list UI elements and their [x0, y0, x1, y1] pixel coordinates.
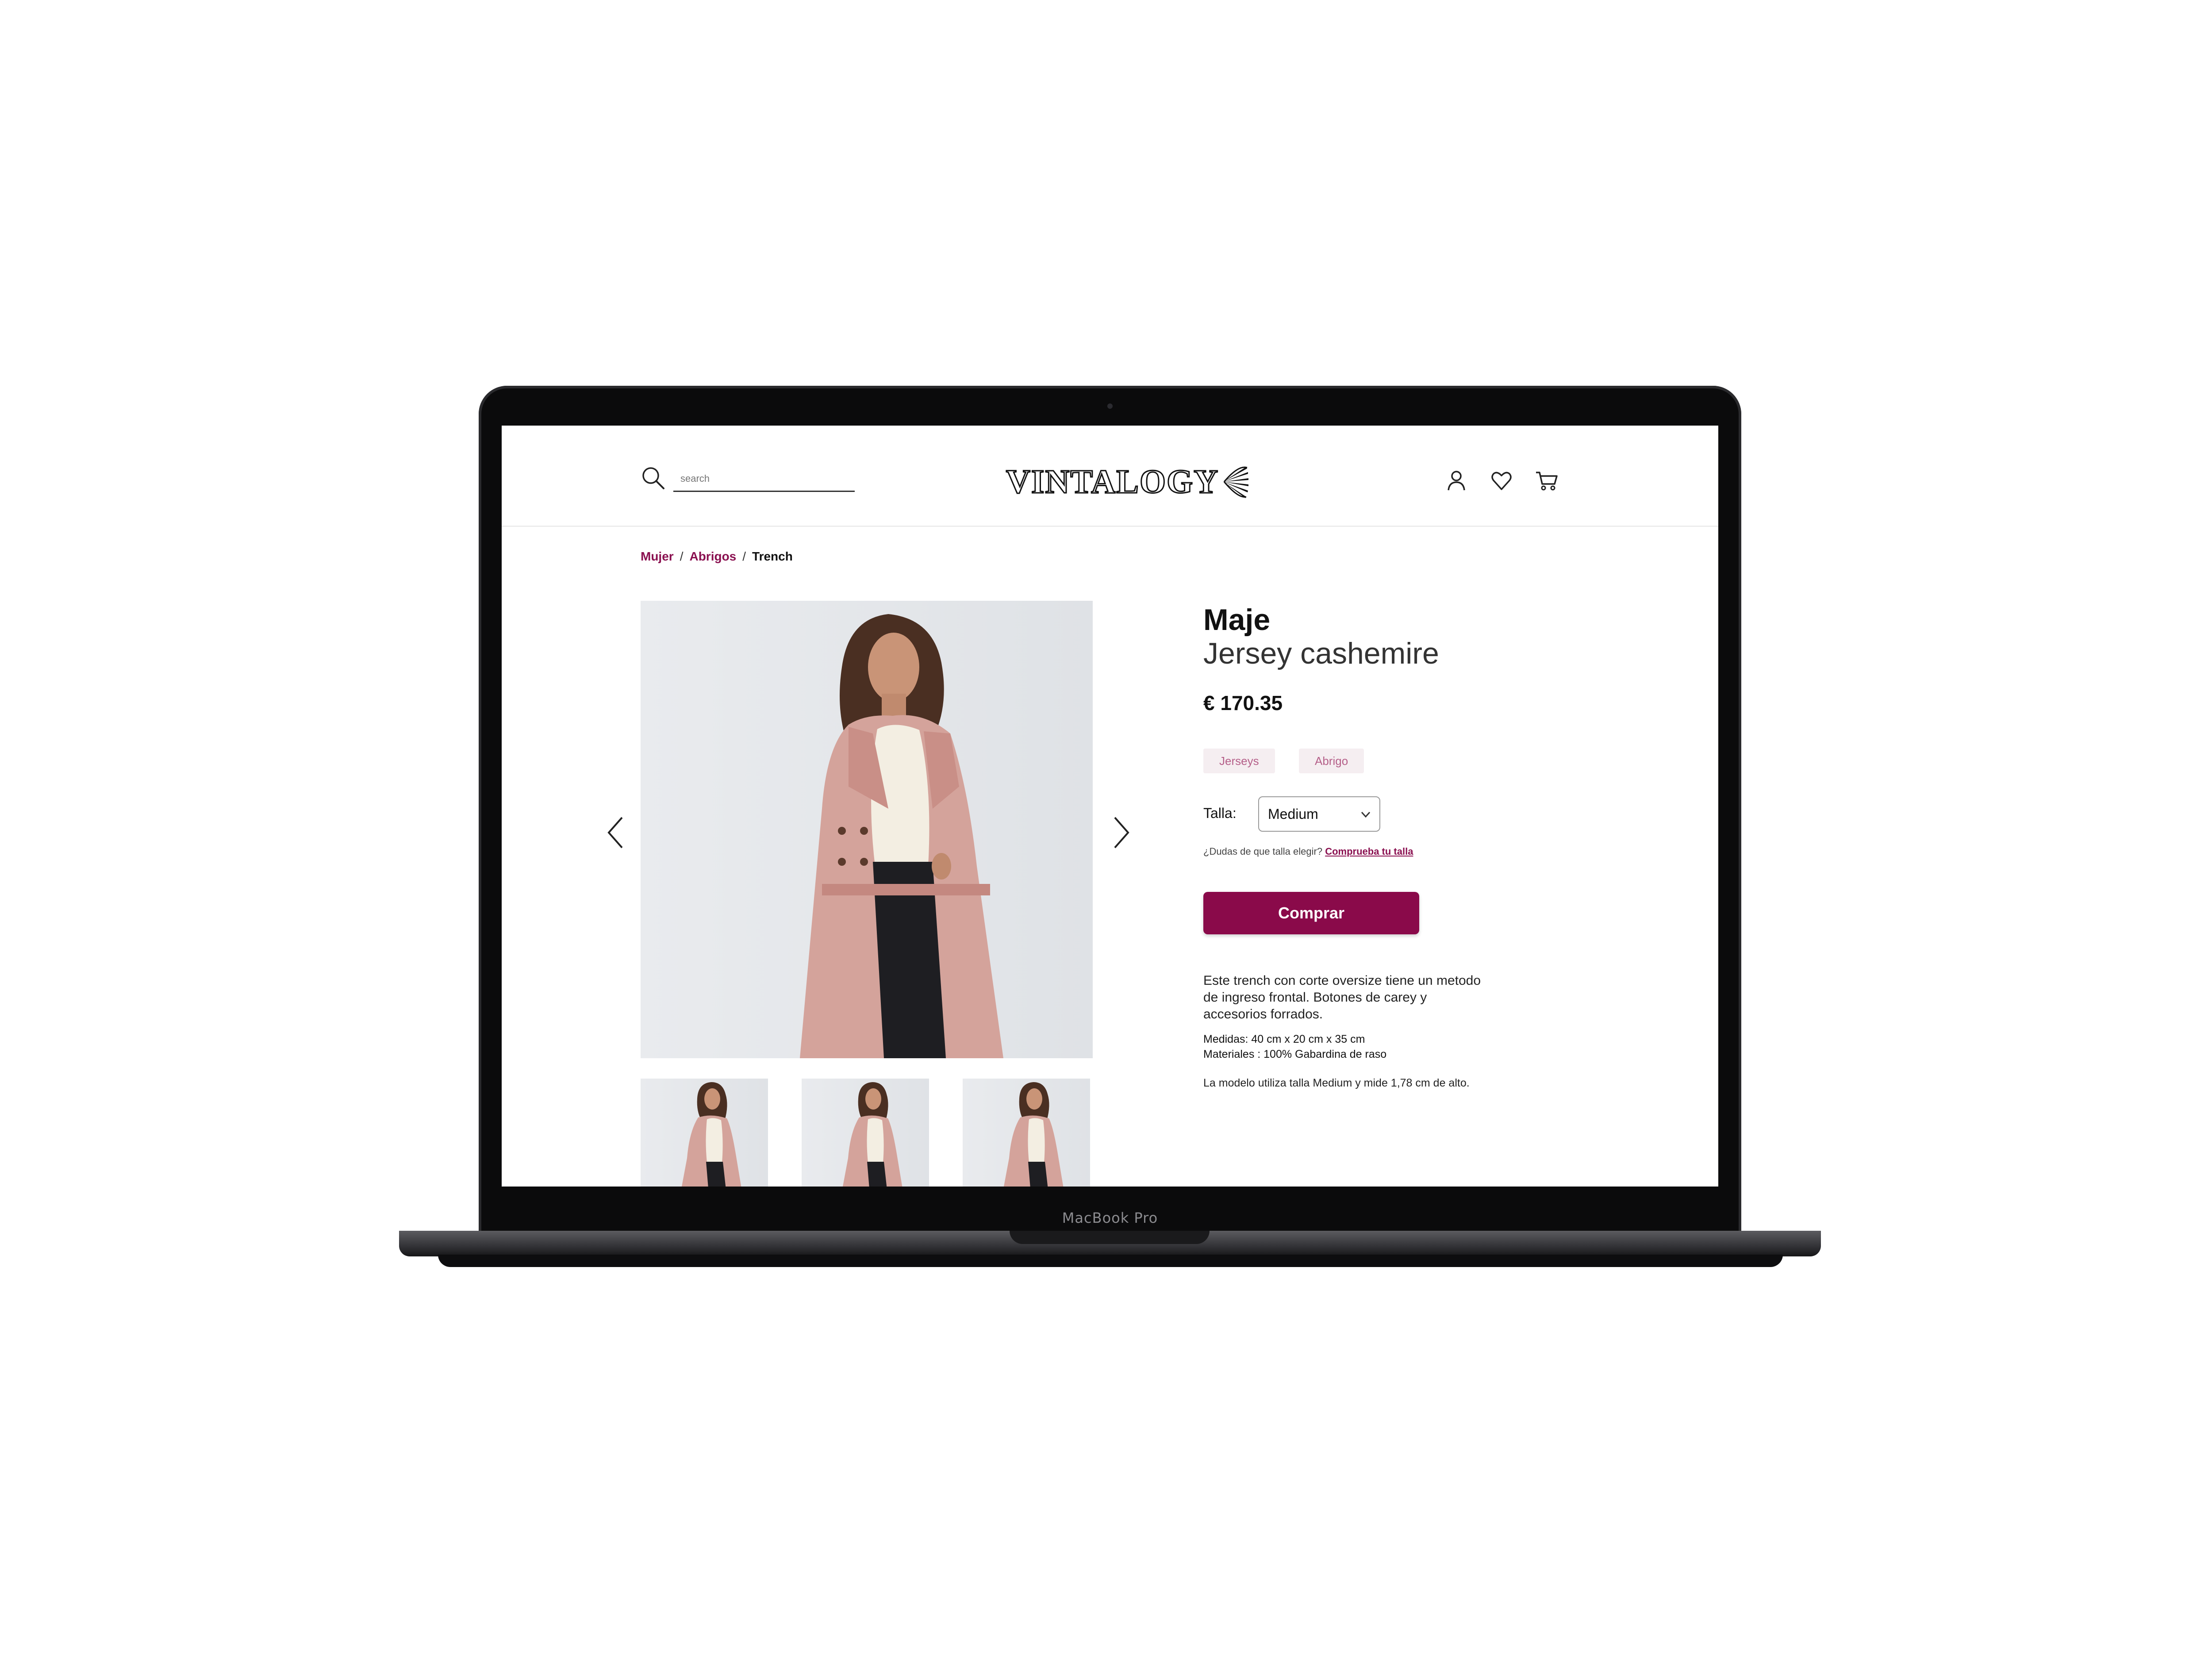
chevron-down-icon [1361, 811, 1371, 818]
tag-abrigo[interactable]: Abrigo [1299, 749, 1364, 773]
product-main-image [641, 601, 1093, 1058]
thumbnail-photo [682, 1082, 741, 1187]
breadcrumb-separator: / [742, 549, 746, 563]
laptop-base [399, 1231, 1821, 1256]
camera [1107, 403, 1113, 409]
logo[interactable]: VINTALOGY [1005, 462, 1249, 502]
product-thumbnail[interactable] [802, 1079, 929, 1187]
search-input[interactable] [673, 466, 855, 492]
fan-logo-icon [1223, 466, 1249, 498]
site-header: VINTALOGY [502, 426, 1718, 527]
breadcrumb-link-mujer[interactable]: Mujer [641, 549, 674, 563]
buy-button[interactable]: Comprar [1203, 892, 1419, 934]
product-measures: Medidas: 40 cm x 20 cm x 35 cm [1203, 1033, 1365, 1045]
logo-text: VINTALOGY [1005, 462, 1219, 501]
laptop-feet [438, 1255, 1783, 1267]
thumbnail-photo [843, 1082, 902, 1187]
breadcrumb: Mujer / Abrigos / Trench [641, 549, 793, 564]
product-price: € 170.35 [1203, 691, 1283, 714]
laptop-lid: VINTALOGY [479, 386, 1741, 1235]
breadcrumb-current: Trench [752, 549, 793, 563]
product-specs: Medidas: 40 cm x 20 cm x 35 cm Materiale… [1203, 1032, 1486, 1062]
size-select-value: Medium [1268, 806, 1318, 822]
laptop-notch [1010, 1231, 1210, 1244]
chevron-left-icon[interactable] [604, 815, 626, 850]
tag-jerseys[interactable]: Jerseys [1203, 749, 1275, 773]
size-label: Talla: [1203, 805, 1237, 821]
thumbnail-photo [1004, 1082, 1064, 1187]
size-help-text: ¿Dudas de que talla elegir? [1203, 846, 1323, 857]
product-thumbnail[interactable] [641, 1079, 768, 1187]
heart-icon[interactable] [1489, 468, 1514, 493]
screen: VINTALOGY [502, 426, 1718, 1187]
size-guide-link[interactable]: Comprueba tu talla [1325, 846, 1413, 857]
product-description: Este trench con corte oversize tiene un … [1203, 973, 1481, 1022]
breadcrumb-link-abrigos[interactable]: Abrigos [689, 549, 736, 563]
product-thumbnail[interactable] [963, 1079, 1090, 1187]
chevron-right-icon[interactable] [1110, 815, 1133, 850]
product-brand: Maje [1203, 603, 1271, 637]
model-photo [800, 614, 1003, 1058]
device-label: MacBook Pro [1062, 1210, 1158, 1226]
cart-icon[interactable] [1534, 468, 1559, 493]
search-icon[interactable] [640, 465, 666, 491]
user-icon[interactable] [1444, 468, 1469, 493]
product-name: Jersey cashemire [1203, 637, 1439, 670]
size-select[interactable]: Medium [1258, 796, 1380, 832]
product-materials: Materiales : 100% Gabardina de raso [1203, 1048, 1387, 1060]
model-note: La modelo utiliza talla Medium y mide 1,… [1203, 1077, 1470, 1089]
breadcrumb-separator: / [680, 549, 684, 563]
size-help: ¿Dudas de que talla elegir? Comprueba tu… [1203, 846, 1413, 857]
